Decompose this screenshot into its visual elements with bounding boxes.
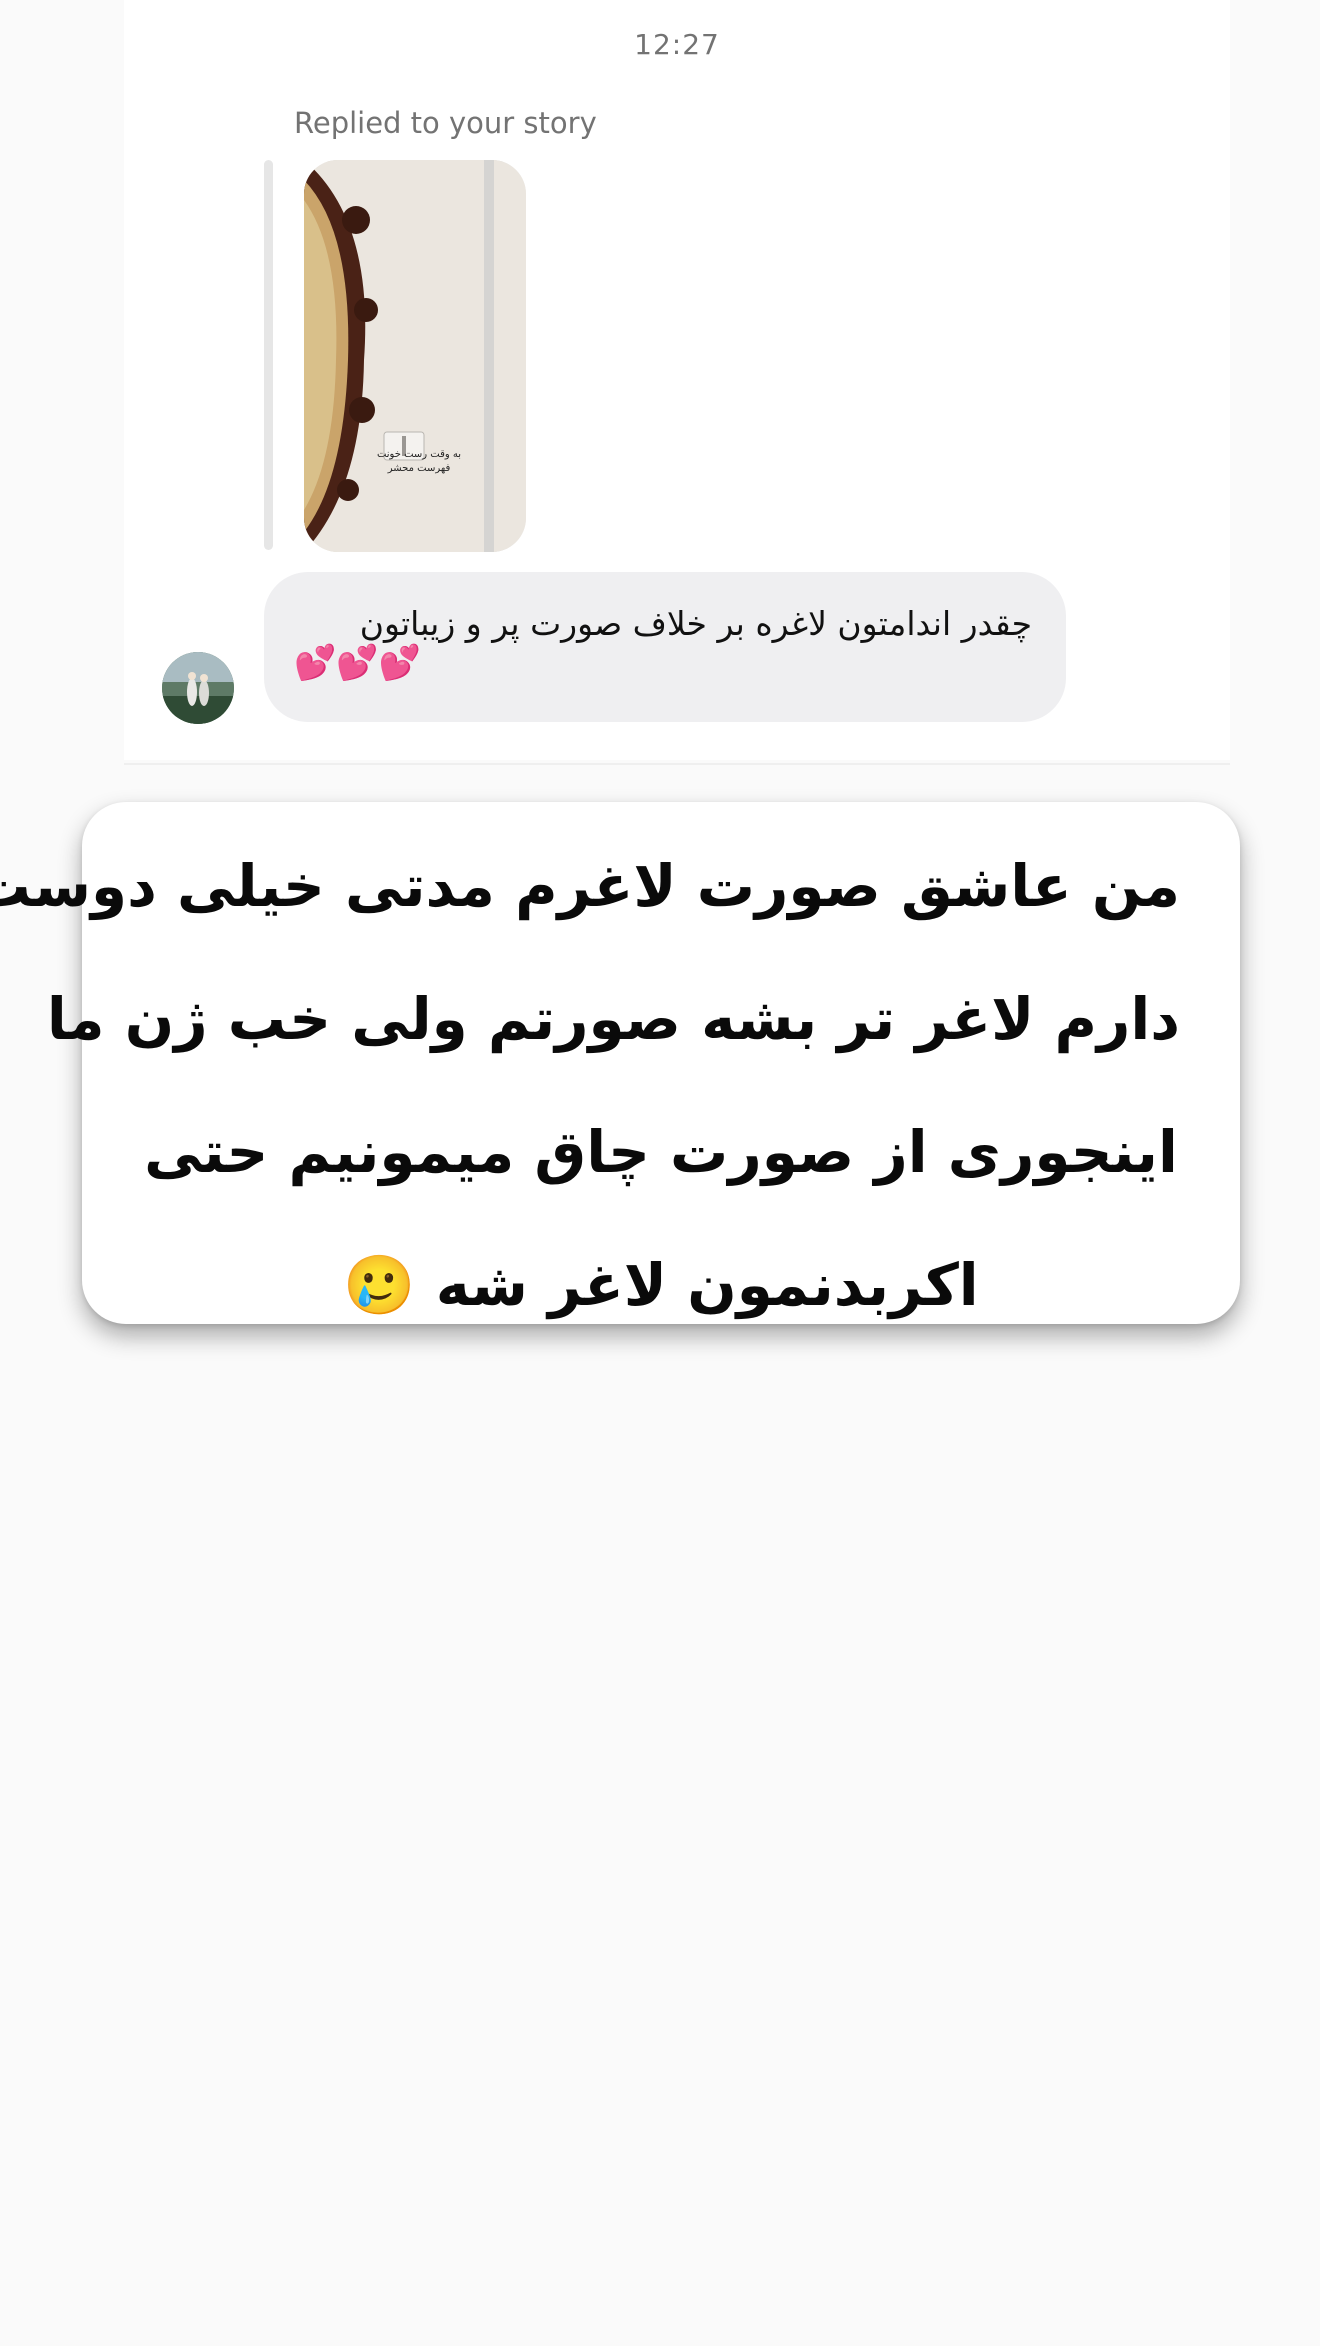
- message-timestamp: 12:27: [634, 28, 720, 61]
- divider: [124, 763, 1230, 765]
- story-overlay-text: به وقت رست خونت فهرست محشر: [376, 449, 462, 474]
- reply-label: Replied to your story: [294, 106, 597, 140]
- story-thumbnail[interactable]: به وقت رست خونت فهرست محشر: [304, 160, 526, 552]
- sender-avatar[interactable]: [162, 652, 234, 724]
- caption-line: دارم لاغر تر بشه صورتم ولی خب ژن ما: [46, 985, 1180, 1053]
- mirror-image-icon: [304, 160, 526, 552]
- caption-line: من عاشق صورت لاغرم مدتی خیلی دوست: [0, 852, 1180, 920]
- caption-line: اینجوری از صورت چاق میمونیم حتی: [144, 1118, 1178, 1186]
- caption-line: اکربدنمون لاغر شه 🥲: [343, 1251, 979, 1319]
- message-text: چقدر اندامتون لاغره بر خلاف صورت پر و زی…: [359, 604, 1032, 643]
- avatar-photo-icon: [162, 652, 234, 724]
- caption-card: من عاشق صورت لاغرم مدتی خیلی دوست دارم ل…: [0, 802, 1240, 1324]
- message-bubble[interactable]: چقدر اندامتون لاغره بر خلاف صورت پر و زی…: [264, 572, 1066, 722]
- dm-screenshot: 12:27 Replied to your story به وقت رست خ…: [124, 0, 1230, 760]
- reply-indicator-bar: [264, 160, 273, 550]
- heart-emojis: 💕💕💕: [294, 643, 422, 683]
